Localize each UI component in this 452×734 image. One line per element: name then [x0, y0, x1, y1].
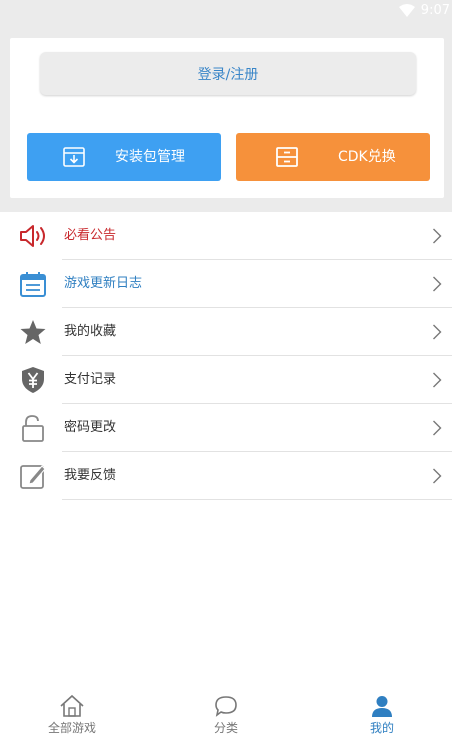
tab-label-mine: 我的 [369, 721, 394, 734]
home-icon [60, 694, 84, 717]
menu-label-feedback: 我要反馈 [64, 468, 117, 483]
menu-item-update-log[interactable]: 游戏更新日志 [0, 260, 452, 308]
login-register-button[interactable]: 登录/注册 [40, 52, 416, 95]
menu-item-favorites[interactable]: 我的收藏 [0, 308, 452, 356]
chevron-right-icon [433, 372, 442, 388]
tab-label-all-games: 全部游戏 [47, 721, 96, 734]
chevron-right-icon [433, 228, 442, 244]
tab-all-games[interactable]: 全部游戏 [22, 690, 122, 734]
bottom-tab-bar: 全部游戏 分类 我的 [0, 690, 452, 734]
menu-label-payment-records: 支付记录 [64, 372, 117, 387]
account-card: 登录/注册 安装包管理 CDK兑换 [10, 38, 444, 198]
cdk-redeem-button[interactable]: CDK兑换 [236, 133, 430, 181]
chat-bubble-icon [215, 696, 237, 717]
package-download-icon [63, 147, 85, 167]
cdk-redeem-label: CDK兑换 [338, 149, 396, 165]
package-manager-label: 安装包管理 [115, 149, 185, 165]
menu-item-announcement[interactable]: 必看公告 [0, 212, 452, 260]
status-right: 9:07 [398, 3, 450, 18]
menu-item-feedback[interactable]: 我要反馈 [0, 452, 452, 500]
wifi-icon [398, 4, 415, 17]
tab-mine[interactable]: 我的 [332, 690, 432, 734]
tab-label-categories: 分类 [213, 721, 238, 734]
menu-label-update-log: 游戏更新日志 [64, 276, 143, 291]
menu-label-favorites: 我的收藏 [64, 324, 117, 339]
menu-item-change-password[interactable]: 密码更改 [0, 404, 452, 452]
settings-menu: 必看公告 游戏更新日志 我的收藏 支付记录 密码更改 我要反馈 [0, 212, 452, 734]
status-bar: 9:07 [0, 0, 452, 26]
yen-shield-icon [22, 367, 44, 393]
package-manager-button[interactable]: 安装包管理 [27, 133, 221, 181]
chevron-right-icon [433, 420, 442, 436]
edit-feedback-icon [20, 465, 46, 489]
unlock-icon [22, 415, 44, 442]
cdk-icon [276, 147, 298, 167]
chevron-right-icon [433, 276, 442, 292]
menu-label-announcement: 必看公告 [64, 228, 117, 243]
menu-label-change-password: 密码更改 [64, 420, 117, 435]
status-time: 9:07 [420, 3, 450, 18]
calendar-log-icon [20, 272, 46, 297]
tab-categories[interactable]: 分类 [176, 690, 276, 734]
chevron-right-icon [433, 468, 442, 484]
chevron-right-icon [433, 324, 442, 340]
user-icon [372, 696, 392, 717]
speaker-icon [20, 225, 45, 247]
star-icon [20, 320, 46, 344]
menu-item-payment-records[interactable]: 支付记录 [0, 356, 452, 404]
